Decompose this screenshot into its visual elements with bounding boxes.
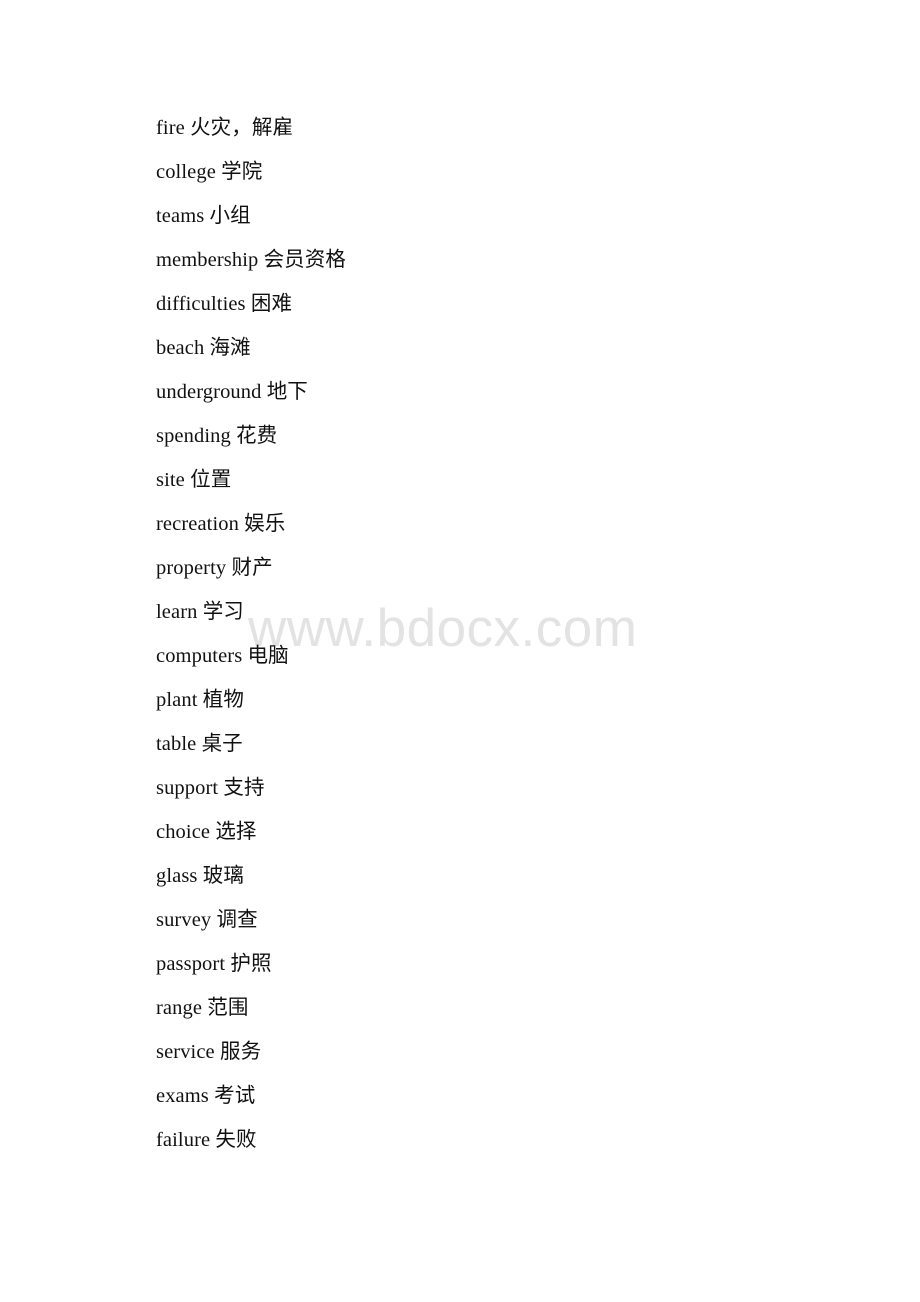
- vocabulary-entry: range 范围: [156, 997, 249, 1019]
- vocabulary-entry: choice 选择: [156, 821, 257, 843]
- vocabulary-entry: service 服务: [156, 1041, 262, 1063]
- vocabulary-entry: underground 地下: [156, 381, 308, 403]
- vocabulary-entry: beach 海滩: [156, 337, 251, 359]
- vocabulary-entry: glass 玻璃: [156, 865, 244, 887]
- vocabulary-entry: computers 电脑: [156, 645, 289, 667]
- vocabulary-entry: fire 火灾，解雇: [156, 117, 294, 139]
- vocabulary-entry: teams 小组: [156, 205, 251, 227]
- vocabulary-list: fire 火灾，解雇 college 学院 teams 小组 membership 会…: [156, 106, 856, 1162]
- vocabulary-entry: difficulties 困难: [156, 293, 293, 315]
- vocabulary-entry: site 位置: [156, 469, 232, 491]
- document-page: www.bdocx.com fire 火灾，解雇 college 学院 teams …: [0, 0, 920, 1302]
- vocabulary-entry: learn 学习: [156, 601, 244, 623]
- vocabulary-entry: college 学院: [156, 161, 263, 183]
- vocabulary-entry: table 桌子: [156, 733, 243, 755]
- vocabulary-entry: support 支持: [156, 777, 265, 799]
- vocabulary-entry: exams 考试: [156, 1085, 256, 1107]
- vocabulary-entry: spending 花费: [156, 425, 278, 447]
- vocabulary-entry: membership 会员资格: [156, 249, 346, 271]
- vocabulary-entry: recreation 娱乐: [156, 513, 286, 535]
- vocabulary-entry: passport 护照: [156, 953, 272, 975]
- vocabulary-entry: failure 失败: [156, 1129, 257, 1151]
- vocabulary-entry: plant 植物: [156, 689, 244, 711]
- vocabulary-entry: survey 调查: [156, 909, 258, 931]
- vocabulary-entry: property 财产: [156, 557, 273, 579]
